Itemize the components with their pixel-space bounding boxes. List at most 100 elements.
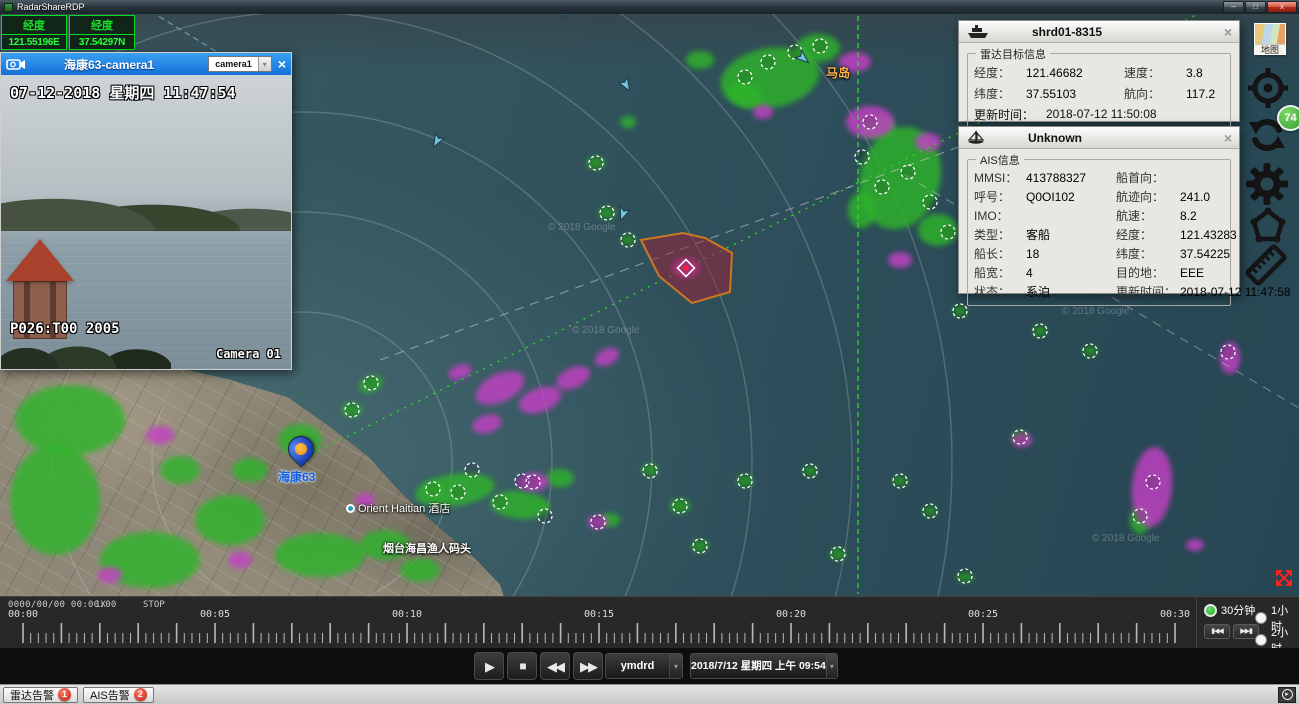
longitude-value: 121.55196E xyxy=(2,35,66,49)
radar-panel-close-icon[interactable]: × xyxy=(1224,24,1232,40)
field-value: Q0OI102 xyxy=(1026,190,1116,204)
fullscreen-expand-icon[interactable] xyxy=(1272,566,1296,590)
field-value: 37.55103 xyxy=(1026,87,1124,101)
map-watermark: © 2018 Google xyxy=(548,222,615,233)
latitude-box: 经度 37.54297N xyxy=(69,15,135,50)
map-watermark: © 2018 Google xyxy=(572,325,639,336)
field-value: 8.2 xyxy=(1180,209,1224,223)
chevron-down-icon[interactable]: ▾ xyxy=(258,57,271,71)
locate-crosshair-icon[interactable] xyxy=(1244,64,1292,112)
radar-group-label: 雷达目标信息 xyxy=(976,46,1050,62)
field-value: 2018-07-12 11:50:08 xyxy=(1046,107,1224,121)
radar-panel-titlebar[interactable]: shrd01-8315 × xyxy=(959,21,1239,43)
status-bar: 雷达告警 1 AIS告警 2 ▸ xyxy=(0,684,1299,704)
ruler-measure-icon[interactable] xyxy=(1241,240,1291,290)
field-label: 经度： xyxy=(1116,226,1180,243)
chevron-down-icon[interactable]: ▾ xyxy=(826,654,837,678)
timeline-ruler[interactable] xyxy=(0,619,1196,647)
ship-icon xyxy=(966,24,990,39)
map-watermark: © 2018 Google xyxy=(1092,533,1159,544)
field-label: IMO： xyxy=(974,207,1026,224)
map-label-island: 马岛 xyxy=(826,64,850,81)
stop-button[interactable]: ■ xyxy=(507,652,537,680)
video-timestamp-overlay: 07-12-2018 星期四 11:47:54 xyxy=(10,82,236,103)
map-label-hotel: Orient Haitian 酒店 xyxy=(346,500,450,516)
playback-control-row: ▶ ■ ◀◀ ▶▶ ymdrd ▾ 2018/7/12 星期四 上午 09:54… xyxy=(0,648,1299,684)
playback-datetime-dropdown[interactable]: 2018/7/12 星期四 上午 09:54 ▾ xyxy=(690,653,838,679)
radar-alarm-button[interactable]: 雷达告警 1 xyxy=(3,687,78,703)
maximize-button[interactable]: □ xyxy=(1245,1,1266,13)
field-label: 经度： xyxy=(974,64,1026,81)
ais-row: MMSI： 413788327 船首向： xyxy=(974,168,1224,187)
camera-video-feed: 07-12-2018 星期四 11:47:54 P026:T00 2005 Ca… xyxy=(1,75,291,369)
field-value: 3.8 xyxy=(1186,66,1224,80)
camera-window-title: 海康63-camera1 xyxy=(64,56,154,73)
ais-panel-close-icon[interactable]: × xyxy=(1224,130,1232,146)
ais-panel-titlebar[interactable]: Unknown × xyxy=(959,127,1239,149)
field-value: 37.54225 xyxy=(1180,247,1230,261)
field-label: 纬度： xyxy=(1116,245,1180,262)
radar-update-row: 更新时间： 2018-07-12 11:50:08 xyxy=(974,104,1224,124)
map-layer-button[interactable]: 地图 xyxy=(1254,23,1286,55)
camera-close-icon[interactable]: × xyxy=(278,57,286,71)
timeline-bar[interactable]: 0000/00/00 00:00:00 1X STOP 00:00 00:05 … xyxy=(0,596,1299,648)
ais-row: 类型： 客船 经度： 121.43283 xyxy=(974,225,1224,244)
camera-window-titlebar[interactable]: 海康63-camera1 camera1 ▾ × xyxy=(1,53,291,75)
field-value: EEE xyxy=(1180,266,1224,280)
chevron-down-icon[interactable]: ▾ xyxy=(669,654,682,678)
refresh-icon[interactable] xyxy=(1243,111,1291,159)
field-label: 状态： xyxy=(974,283,1026,300)
radio-icon xyxy=(1255,612,1267,624)
video-hills xyxy=(1,181,291,231)
camera-window: 海康63-camera1 camera1 ▾ × 07-12-2018 星期四 … xyxy=(0,52,292,370)
radar-station-label: 海康63 xyxy=(278,468,315,485)
field-value: 241.0 xyxy=(1180,190,1224,204)
poi-icon xyxy=(346,504,355,513)
ais-row: IMO： 航速： 8.2 xyxy=(974,206,1224,225)
gear-icon[interactable] xyxy=(1243,160,1291,208)
longitude-box: 经度 121.55196E xyxy=(1,15,67,50)
field-label: 更新时间： xyxy=(974,106,1046,123)
ais-alarm-label: AIS告警 xyxy=(90,687,130,703)
field-label: 纬度： xyxy=(974,85,1026,102)
ais-panel-title: Unknown xyxy=(1028,131,1082,145)
radar-alarm-label: 雷达告警 xyxy=(10,687,54,703)
playback-mode-value: ymdrd xyxy=(606,654,669,678)
close-button[interactable]: x xyxy=(1267,1,1297,13)
ais-group-label: AIS信息 xyxy=(976,152,1024,168)
field-value: 121.43283 xyxy=(1180,228,1237,242)
window-titlebar[interactable]: RadarShareRDP – □ x xyxy=(0,0,1299,14)
ais-alarm-button[interactable]: AIS告警 2 xyxy=(83,687,154,703)
skip-back-button[interactable]: ▮◀◀ xyxy=(1204,624,1230,639)
video-camera-label: Camera 01 xyxy=(216,347,281,361)
play-circle-icon: ▸ xyxy=(1282,689,1293,700)
field-label: 船宽： xyxy=(974,264,1026,281)
minimize-button[interactable]: – xyxy=(1223,1,1244,13)
field-label: 速度： xyxy=(1124,64,1186,81)
timeline-speed: 1X xyxy=(95,600,106,610)
ais-row: 呼号： Q0OI102 航迹向： 241.0 xyxy=(974,187,1224,206)
latitude-label: 经度 xyxy=(70,16,134,35)
range-radio-30min[interactable]: 30分钟 xyxy=(1204,602,1255,618)
play-button[interactable]: ▶ xyxy=(474,652,504,680)
field-value: 121.46682 xyxy=(1026,66,1124,80)
radio-icon xyxy=(1204,604,1217,617)
fast-forward-button[interactable]: ▶▶ xyxy=(573,652,603,680)
playback-mode-dropdown[interactable]: ymdrd ▾ xyxy=(605,653,683,679)
map-layer-label: 地图 xyxy=(1255,45,1285,55)
map-label-wharf: 烟台海昌渔人码头 xyxy=(383,540,471,556)
timeline-range-panel: 30分钟 1小时 ▮◀◀ ▶▶▮ 2小时 xyxy=(1196,597,1299,649)
field-label: 目的地： xyxy=(1116,264,1180,281)
field-value: 413788327 xyxy=(1026,171,1116,185)
playback-datetime-value: 2018/7/12 星期四 上午 09:54 xyxy=(691,654,826,678)
radar-alarm-count-badge: 1 xyxy=(58,688,71,701)
radar-info-group: 雷达目标信息 经度： 121.46682 速度： 3.8 纬度： 37.5510… xyxy=(967,53,1231,129)
radio-icon xyxy=(1255,634,1267,646)
replay-tray-button[interactable]: ▸ xyxy=(1278,687,1296,703)
camera-selector-dropdown[interactable]: camera1 ▾ xyxy=(208,56,272,72)
rewind-button[interactable]: ◀◀ xyxy=(540,652,570,680)
radar-target-panel: shrd01-8315 × 雷达目标信息 经度： 121.46682 速度： 3… xyxy=(958,20,1240,122)
radio-label: 30分钟 xyxy=(1221,602,1255,618)
ais-row: 船长： 18 纬度： 37.54225 xyxy=(974,244,1224,263)
sailboat-icon xyxy=(966,130,986,146)
